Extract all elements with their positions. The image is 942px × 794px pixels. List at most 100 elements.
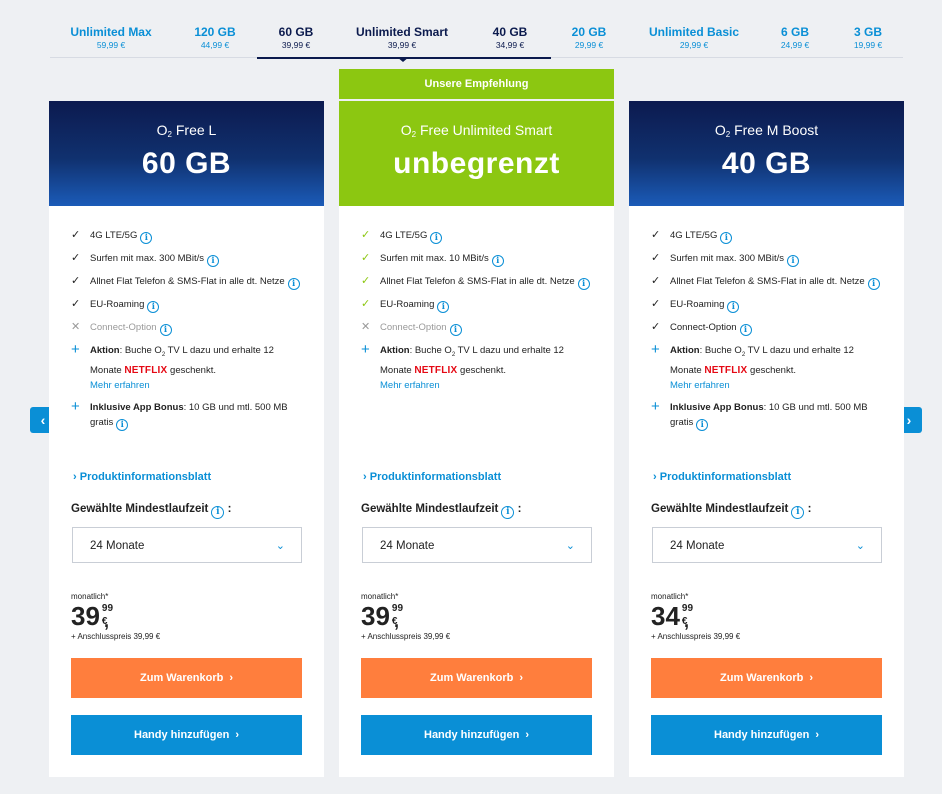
info-icon[interactable]: i: [787, 255, 800, 267]
product-info-link[interactable]: › Produktinformationsblatt: [363, 471, 501, 483]
tab-label: 40 GB: [492, 25, 528, 39]
recommendation-badge: Unsere Empfehlung: [339, 69, 614, 99]
add-phone-button[interactable]: Handy hinzufügen ›: [651, 715, 882, 755]
check-icon: ✓: [361, 229, 371, 241]
add-phone-button[interactable]: Handy hinzufügen ›: [361, 715, 592, 755]
term-select[interactable]: 24 Monate ⌄: [72, 527, 302, 563]
term-select[interactable]: 24 Monate ⌄: [362, 527, 592, 563]
tab-40gb[interactable]: 40 GB 34,99 €: [469, 24, 551, 59]
plus-icon: +: [71, 341, 80, 358]
check-icon: ✓: [71, 229, 81, 241]
check-icon: ✓: [71, 252, 81, 264]
plus-icon: +: [651, 397, 660, 415]
monthly-price: 34 99 €,: [651, 601, 694, 631]
plus-icon: +: [651, 341, 660, 358]
check-icon: ✓: [361, 298, 371, 310]
add-to-cart-button[interactable]: Zum Warenkorb ›: [361, 658, 592, 698]
tab-price: 19,99 €: [853, 40, 883, 50]
tab-price: 29,99 €: [679, 40, 709, 50]
feature-roaming: ✓ EU-Roaming i: [361, 297, 592, 313]
tab-3gb[interactable]: 3 GB 19,99 €: [842, 24, 894, 57]
more-info-link[interactable]: Mehr erfahren: [90, 378, 302, 393]
check-icon: ✓: [651, 252, 661, 264]
feature-flat: ✓ Allnet Flat Telefon & SMS-Flat in alle …: [71, 274, 302, 290]
tab-20gb[interactable]: 20 GB 29,99 €: [558, 24, 620, 57]
more-info-link[interactable]: Mehr erfahren: [380, 378, 592, 393]
info-icon[interactable]: i: [696, 418, 709, 431]
setup-fee: + Anschlusspreis 39,99 €: [361, 632, 451, 641]
tariff-tabs: Unlimited Max 59,99 € 120 GB 44,99 € 60 …: [50, 24, 903, 59]
tab-60gb[interactable]: 60 GB 39,99 €: [257, 24, 335, 59]
feature-connect: ✕ Connect-Option i: [361, 320, 592, 336]
info-icon[interactable]: i: [159, 324, 172, 336]
info-icon[interactable]: i: [867, 278, 880, 290]
feature-lte: ✓ 4G LTE/5G i: [361, 228, 592, 244]
info-icon[interactable]: i: [449, 324, 462, 336]
netflix-logo: NETFLIX: [704, 364, 748, 376]
chevron-left-icon: ‹: [40, 412, 46, 428]
monthly-price: 39 99 €,: [71, 601, 114, 631]
chevron-down-icon: ⌄: [275, 540, 285, 552]
monthly-label: monatlich*: [651, 592, 689, 601]
plan-volume: 40 GB: [721, 147, 812, 180]
tab-unlimited-max[interactable]: Unlimited Max 59,99 €: [60, 24, 162, 57]
tab-unlimited-basic[interactable]: Unlimited Basic 29,99 €: [640, 24, 748, 57]
plan-name: O2 Free Unlimited Smart: [400, 122, 553, 139]
feature-roaming: ✓ EU-Roaming i: [651, 297, 882, 313]
info-icon[interactable]: i: [791, 506, 805, 519]
card-header: O2 Free L 60 GB: [49, 101, 324, 206]
info-icon[interactable]: i: [211, 506, 225, 519]
add-to-cart-button[interactable]: Zum Warenkorb ›: [71, 658, 302, 698]
info-icon[interactable]: i: [577, 278, 590, 290]
more-info-link[interactable]: Mehr erfahren: [670, 378, 882, 393]
feature-list: ✓ 4G LTE/5G i ✓ Surfen mit max. 300 MBit/s i…: [49, 206, 324, 431]
tariff-card-free-l: O2 Free L 60 GB ✓ 4G LTE/5G i ✓ Surfen mit …: [49, 101, 324, 777]
info-icon[interactable]: i: [207, 255, 220, 267]
feature-roaming: ✓ EU-Roaming i: [71, 297, 302, 313]
setup-fee: + Anschlusspreis 39,99 €: [651, 632, 741, 641]
chevron-right-icon: ›: [906, 412, 912, 428]
monthly-label: monatlich*: [361, 592, 399, 601]
tab-price: 24,99 €: [780, 40, 810, 50]
feature-speed: ✓ Surfen mit max. 300 MBit/s i: [71, 251, 302, 267]
info-icon[interactable]: i: [437, 301, 450, 313]
info-icon[interactable]: i: [147, 301, 160, 313]
chevron-down-icon: ⌄: [855, 540, 865, 552]
info-icon[interactable]: i: [501, 506, 515, 519]
tab-label: Unlimited Smart: [355, 25, 448, 39]
tab-6gb[interactable]: 6 GB 24,99 €: [769, 24, 821, 57]
term-select[interactable]: 24 Monate ⌄: [652, 527, 882, 563]
tab-label: 3 GB: [853, 25, 882, 39]
info-icon[interactable]: i: [430, 232, 443, 244]
info-icon[interactable]: i: [739, 324, 752, 336]
feature-lte: ✓ 4G LTE/5G i: [71, 228, 302, 244]
check-icon: ✓: [71, 275, 81, 287]
tariff-card-free-m-boost: O2 Free M Boost 40 GB ✓ 4G LTE/5G i ✓ Surfe…: [629, 101, 904, 777]
info-icon[interactable]: i: [287, 278, 300, 290]
tab-unlimited-smart[interactable]: Unlimited Smart 39,99 €: [335, 24, 469, 59]
feature-speed: ✓ Surfen mit max. 10 MBit/s i: [361, 251, 592, 267]
feature-list: ✓ 4G LTE/5G i ✓ Surfen mit max. 300 MBit/s i…: [629, 206, 904, 431]
active-tab-notch: [397, 57, 409, 62]
setup-fee: + Anschlusspreis 39,99 €: [71, 632, 161, 641]
add-phone-button[interactable]: Handy hinzufügen ›: [71, 715, 302, 755]
product-info-link[interactable]: › Produktinformationsblatt: [73, 471, 211, 483]
info-icon[interactable]: i: [727, 301, 740, 313]
tab-label: 20 GB: [571, 25, 607, 39]
tab-120gb[interactable]: 120 GB 44,99 €: [180, 24, 250, 57]
info-icon[interactable]: i: [140, 232, 153, 244]
check-icon: ✓: [651, 321, 661, 333]
check-icon: ✓: [361, 275, 371, 287]
feature-aktion: + Aktion: Buche O2 TV L dazu und erhalte …: [651, 341, 882, 393]
chevron-down-icon: ⌄: [565, 540, 575, 552]
tab-price: 29,99 €: [574, 40, 604, 50]
product-info-link[interactable]: › Produktinformationsblatt: [653, 471, 791, 483]
cross-icon: ✕: [71, 321, 81, 333]
info-icon[interactable]: i: [720, 232, 733, 244]
info-icon[interactable]: i: [116, 418, 129, 431]
check-icon: ✓: [651, 229, 661, 241]
add-to-cart-button[interactable]: Zum Warenkorb ›: [651, 658, 882, 698]
check-icon: ✓: [651, 275, 661, 287]
info-icon[interactable]: i: [491, 255, 504, 267]
tab-price: 39,99 €: [387, 40, 417, 50]
